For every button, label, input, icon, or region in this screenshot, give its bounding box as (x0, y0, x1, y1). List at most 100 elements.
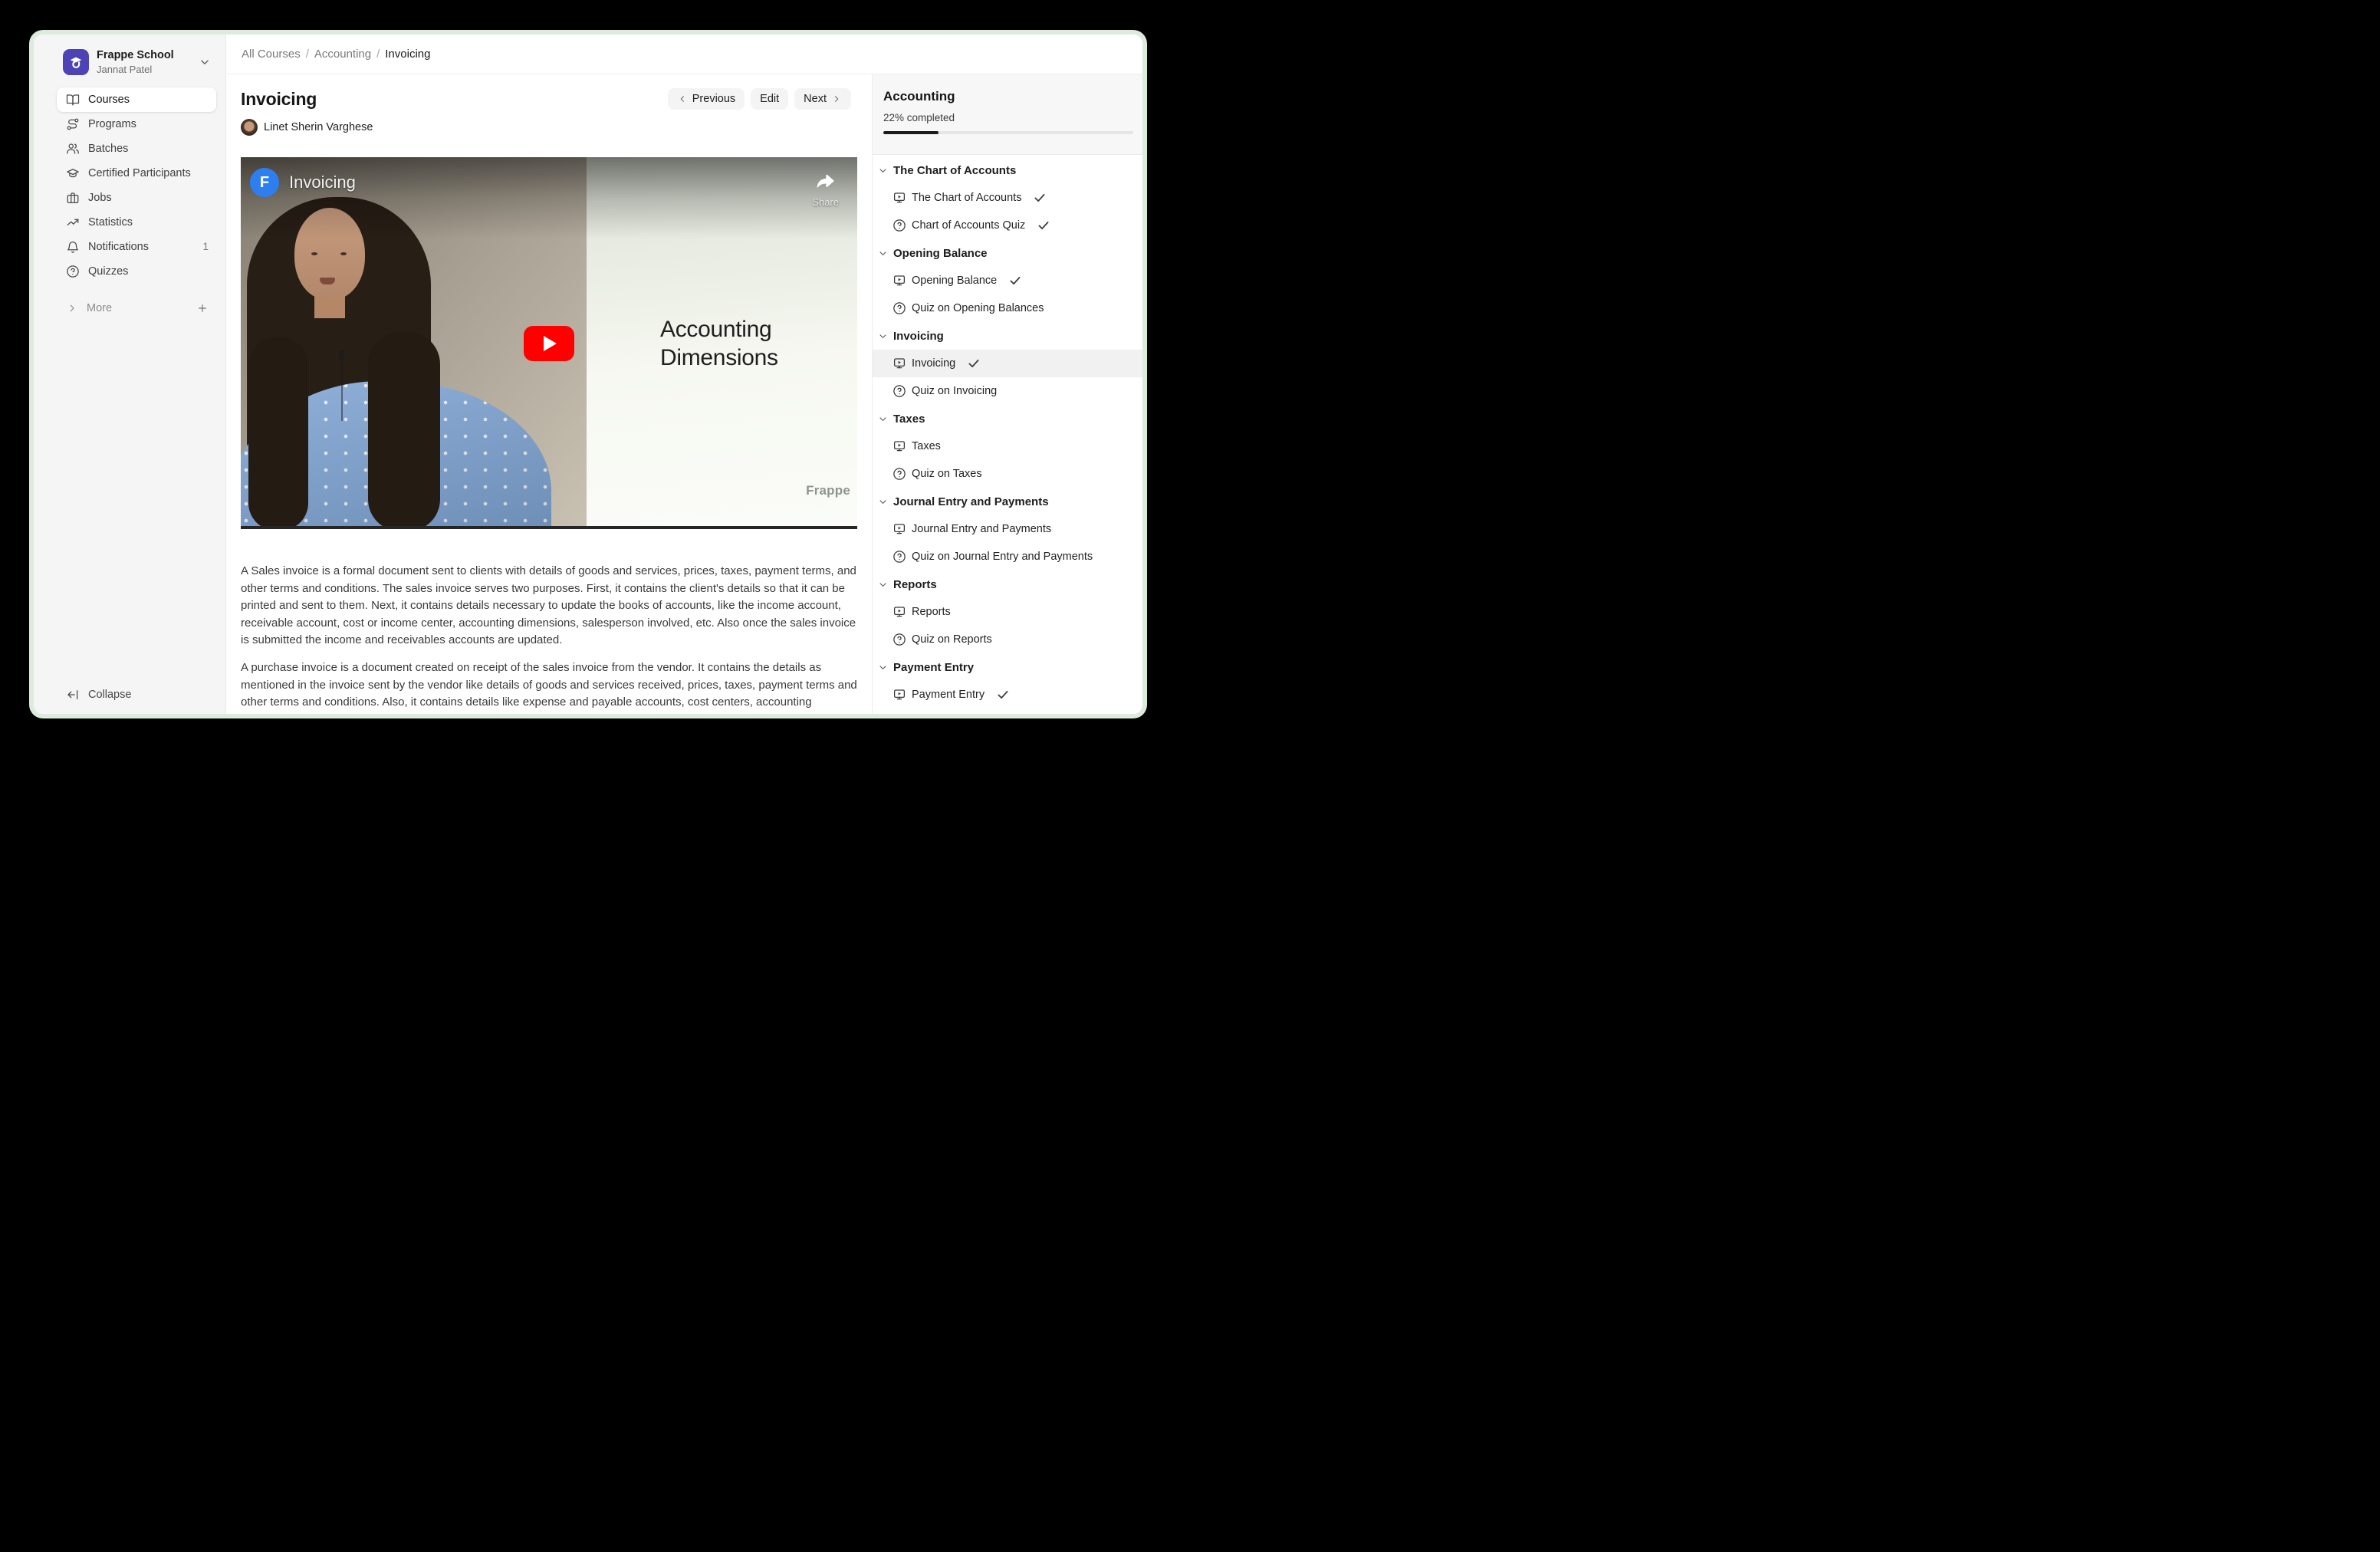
author-avatar (241, 119, 258, 136)
share-label: Share (812, 196, 839, 208)
chevron-down-icon (877, 413, 889, 425)
frappe-school-logo-icon (63, 49, 89, 75)
outline-item-journal-entry-and-payments[interactable]: Journal Entry and Payments (873, 515, 1142, 543)
app-window: Frappe School Jannat Patel Courses Progra… (29, 30, 1147, 718)
help-circle-icon (893, 633, 906, 646)
collapse-label: Collapse (88, 689, 131, 701)
user-name: Jannat Patel (97, 64, 174, 76)
author-name: Linet Sherin Varghese (264, 121, 373, 133)
previous-button[interactable]: Previous (668, 88, 745, 110)
route-icon (66, 117, 80, 131)
share-arrow-icon (816, 171, 836, 191)
outline-item-payment-entry[interactable]: Payment Entry (873, 681, 1142, 709)
sidebar-item-certified-participants[interactable]: Certified Participants (57, 161, 216, 186)
course-title: Accounting (883, 89, 1133, 104)
outline-section-reports[interactable]: Reports (873, 570, 1142, 598)
sidebar-item-label: Batches (88, 143, 209, 155)
bell-icon (66, 240, 80, 254)
outline-item-reports[interactable]: Reports (873, 598, 1142, 626)
outline-item-quiz-on-taxes[interactable]: Quiz on Taxes (873, 460, 1142, 488)
outline-item-the-chart-of-accounts[interactable]: The Chart of Accounts (873, 184, 1142, 212)
content-row: Invoicing Previous Edit Next (226, 74, 1142, 714)
lesson-title: Payment Entry (912, 689, 985, 701)
chevron-right-icon (66, 302, 78, 314)
monitor-play-icon (893, 439, 906, 453)
chevron-down-icon (877, 330, 889, 342)
breadcrumb-separator: / (306, 48, 309, 61)
briefcase-icon (66, 191, 80, 205)
outline-section-payment-entry[interactable]: Payment Entry (873, 653, 1142, 681)
play-button[interactable] (524, 326, 574, 361)
section-title: Reports (893, 578, 937, 591)
chevron-down-icon (877, 248, 889, 259)
sidebar: Frappe School Jannat Patel Courses Progra… (34, 35, 226, 714)
video-player[interactable]: Accounting Dimensions F Invoicing Share (241, 157, 857, 529)
plus-icon[interactable] (196, 302, 209, 314)
outline-item-quiz-on-reports[interactable]: Quiz on Reports (873, 626, 1142, 653)
breadcrumb: All Courses / Accounting / Invoicing (226, 35, 1142, 74)
chevron-right-icon (831, 94, 842, 104)
author-row: Linet Sherin Varghese (241, 119, 857, 136)
section-title: Journal Entry and Payments (893, 495, 1049, 508)
breadcrumb-accounting[interactable]: Accounting (314, 48, 371, 61)
sidebar-item-label: Programs (88, 118, 209, 130)
lesson-title: Quiz on Reports (912, 633, 992, 646)
sidebar-item-label: Quizzes (88, 265, 209, 278)
sidebar-item-label: Statistics (88, 216, 209, 229)
outline-item-invoicing[interactable]: Invoicing (873, 350, 1142, 377)
outline-section-invoicing[interactable]: Invoicing (873, 322, 1142, 350)
help-circle-icon (893, 467, 906, 481)
monitor-play-icon (893, 191, 906, 205)
breadcrumb-separator: / (376, 48, 380, 61)
outline-item-taxes[interactable]: Taxes (873, 432, 1142, 460)
video-bottom-bar (241, 526, 857, 529)
section-title: Payment Entry (893, 661, 974, 674)
outline-list: The Chart of Accounts The Chart of Accoun… (873, 155, 1142, 714)
edit-button[interactable]: Edit (751, 88, 788, 110)
book-open-icon (66, 93, 80, 107)
sidebar-item-label: Notifications (88, 241, 194, 253)
next-button[interactable]: Next (794, 88, 851, 110)
lesson-title: Quiz on Taxes (912, 468, 982, 480)
sidebar-item-programs[interactable]: Programs (57, 112, 216, 136)
monitor-play-icon (893, 357, 906, 370)
share-button[interactable]: Share (812, 171, 839, 208)
outline-section-taxes[interactable]: Taxes (873, 405, 1142, 432)
collapse-sidebar-button[interactable]: Collapse (57, 682, 216, 707)
sidebar-item-jobs[interactable]: Jobs (57, 186, 216, 210)
section-title: The Chart of Accounts (893, 164, 1016, 177)
help-circle-icon (893, 219, 906, 232)
outline-item-quiz-on-opening-balances[interactable]: Quiz on Opening Balances (873, 294, 1142, 322)
outline-section-journal-entry-and-payments[interactable]: Journal Entry and Payments (873, 488, 1142, 515)
outline-item-chart-of-accounts-quiz[interactable]: Chart of Accounts Quiz (873, 212, 1142, 239)
chevron-left-icon (677, 94, 688, 104)
outline-item-quiz-on-journal-entry-and-payments[interactable]: Quiz on Journal Entry and Payments (873, 543, 1142, 570)
workspace-meta: Frappe School Jannat Patel (97, 49, 174, 76)
breadcrumb-all-courses[interactable]: All Courses (242, 48, 301, 61)
outline-section-opening-balance[interactable]: Opening Balance (873, 239, 1142, 267)
outline-section-the-chart-of-accounts[interactable]: The Chart of Accounts (873, 156, 1142, 184)
sidebar-item-courses[interactable]: Courses (57, 87, 216, 112)
lesson-title: Quiz on Journal Entry and Payments (912, 551, 1093, 563)
workspace-switcher[interactable]: Frappe School Jannat Patel (34, 35, 225, 87)
sidebar-item-label: Courses (88, 94, 209, 106)
sidebar-item-quizzes[interactable]: Quizzes (57, 259, 216, 284)
lesson-title: Quiz on Invoicing (912, 385, 997, 397)
sidebar-item-statistics[interactable]: Statistics (57, 210, 216, 235)
video-titlebar: F Invoicing (250, 168, 356, 197)
monitor-play-icon (893, 605, 906, 619)
sidebar-item-notifications[interactable]: Notifications1 (57, 235, 216, 259)
chevron-down-icon (877, 165, 889, 176)
outline-item-opening-balance[interactable]: Opening Balance (873, 267, 1142, 294)
outline-item-quiz-on-invoicing[interactable]: Quiz on Invoicing (873, 377, 1142, 405)
sidebar-more[interactable]: More (34, 296, 225, 321)
check-icon (1037, 219, 1050, 232)
page-title: Invoicing (241, 89, 317, 110)
lesson-paragraph: A purchase invoice is a document created… (241, 659, 859, 714)
help-circle-icon (893, 550, 906, 564)
frappe-channel-icon[interactable]: F (250, 168, 279, 197)
chevron-down-icon[interactable] (198, 55, 212, 69)
sidebar-item-batches[interactable]: Batches (57, 136, 216, 161)
video-title[interactable]: Invoicing (289, 173, 356, 192)
lesson-title: Opening Balance (912, 275, 997, 287)
